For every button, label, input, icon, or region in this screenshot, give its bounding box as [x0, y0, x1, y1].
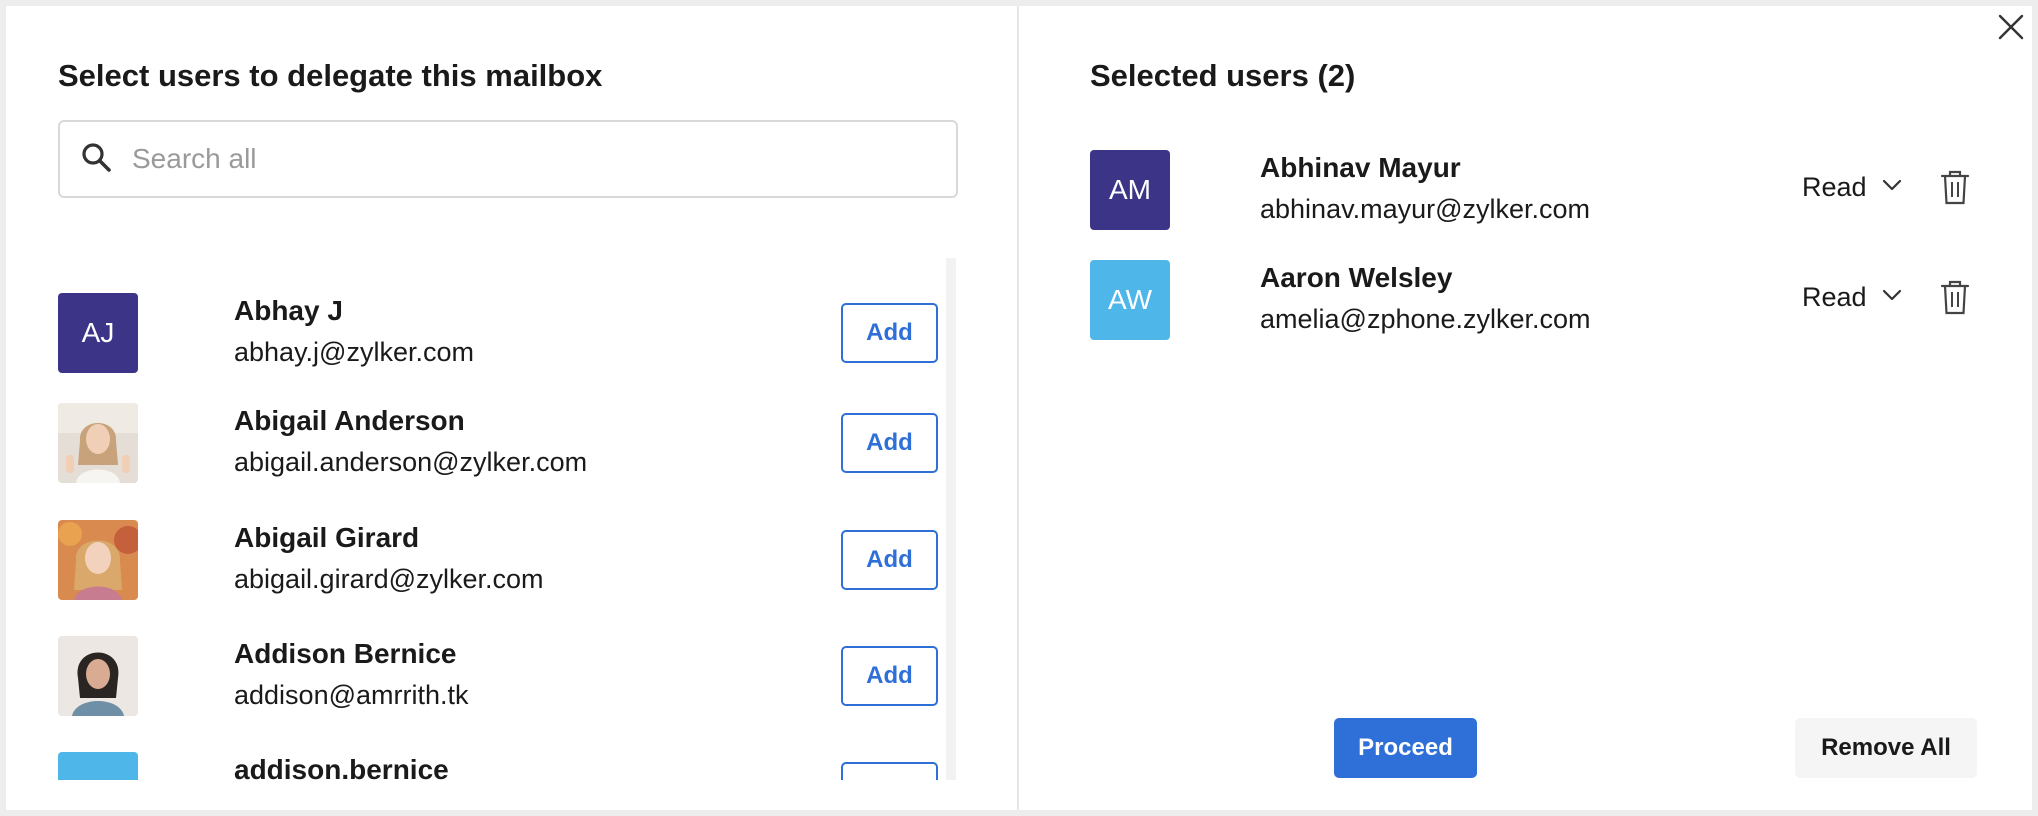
selected-user-row: AM Abhinav Mayur abhinav.mayur@zylker.co… — [1090, 150, 1970, 230]
permission-value: Read — [1802, 282, 1867, 312]
add-user-button[interactable]: Add — [841, 530, 938, 590]
user-list[interactable]: AJ Abhay J abhay.j@zylker.com Add Abigai… — [6, 258, 958, 780]
user-row: Abigail Anderson abigail.anderson@zylker… — [58, 403, 938, 483]
selected-users-panel: Selected users (2) AM Abhinav Mayur abhi… — [1019, 6, 2032, 810]
selected-users-title: Selected users (2) — [1090, 58, 1356, 93]
avatar: AB — [58, 752, 138, 780]
user-row: AJ Abhay J abhay.j@zylker.com Add — [58, 293, 938, 373]
user-name: Abigail Anderson — [234, 405, 465, 436]
add-user-button[interactable]: Add — [841, 762, 938, 780]
remove-user-button[interactable] — [1940, 280, 1970, 316]
chevron-down-icon — [1867, 172, 1903, 203]
permission-dropdown[interactable]: Read — [1802, 172, 1903, 203]
permission-dropdown[interactable]: Read — [1802, 282, 1903, 313]
avatar-photo — [58, 520, 138, 600]
user-name: Aaron Welsley — [1260, 262, 1453, 293]
user-name: Abigail Girard — [234, 522, 420, 553]
trash-icon — [1940, 170, 1970, 206]
search-input[interactable] — [132, 143, 956, 175]
avatar: AJ — [58, 293, 138, 373]
avatar-photo — [58, 636, 138, 716]
chevron-down-icon — [1867, 282, 1903, 313]
user-email: abhinav.mayur@zylker.com — [1260, 194, 1591, 224]
list-scrollbar[interactable] — [946, 258, 956, 780]
user-row: AB addison.bernice Add — [58, 752, 938, 780]
user-name: Abhay J — [234, 295, 343, 326]
avatar-photo — [58, 403, 138, 483]
close-icon — [1996, 12, 2026, 42]
user-email: addison@amrrith.tk — [234, 680, 469, 710]
user-email: abigail.girard@zylker.com — [234, 564, 544, 594]
trash-icon — [1940, 280, 1970, 316]
remove-user-button[interactable] — [1940, 170, 1970, 206]
user-email: amelia@zphone.zylker.com — [1260, 304, 1591, 334]
user-email: abhay.j@zylker.com — [234, 337, 474, 367]
user-row: Addison Bernice addison@amrrith.tk Add — [58, 636, 938, 716]
user-picker-panel: Select users to delegate this mailbox AJ… — [6, 6, 1019, 810]
add-user-button[interactable]: Add — [841, 646, 938, 706]
user-row: Abigail Girard abigail.girard@zylker.com… — [58, 520, 938, 600]
search-box[interactable] — [58, 120, 958, 198]
selected-user-row: AW Aaron Welsley amelia@zphone.zylker.co… — [1090, 260, 1970, 340]
permission-value: Read — [1802, 172, 1867, 202]
search-icon — [80, 141, 112, 178]
delegate-mailbox-dialog: Select users to delegate this mailbox AJ… — [6, 6, 2032, 810]
remove-all-button[interactable]: Remove All — [1795, 718, 1977, 778]
proceed-button[interactable]: Proceed — [1334, 718, 1477, 778]
panel-title: Select users to delegate this mailbox — [58, 58, 603, 93]
avatar: AW — [1090, 260, 1170, 340]
user-name: Abhinav Mayur — [1260, 152, 1461, 183]
close-button[interactable] — [1996, 12, 2026, 42]
add-user-button[interactable]: Add — [841, 413, 938, 473]
user-name: Addison Bernice — [234, 638, 457, 669]
add-user-button[interactable]: Add — [841, 303, 938, 363]
user-email: abigail.anderson@zylker.com — [234, 447, 588, 477]
avatar: AM — [1090, 150, 1170, 230]
user-name: addison.bernice — [234, 754, 449, 780]
